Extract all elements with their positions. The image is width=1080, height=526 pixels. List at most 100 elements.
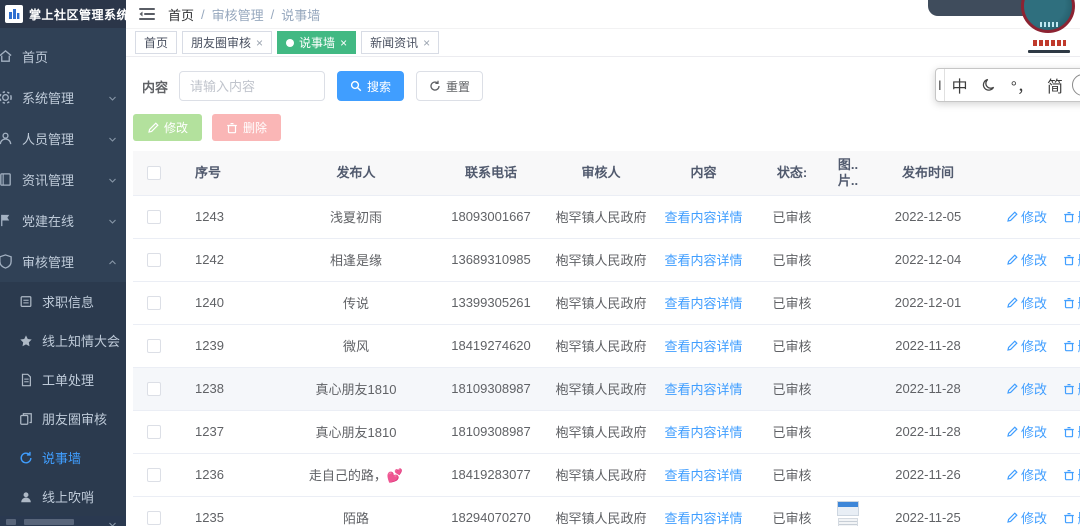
cell-serial: 1239 xyxy=(181,324,281,367)
row-checkbox[interactable] xyxy=(147,382,161,396)
column-header-审核人: 审核人 xyxy=(551,151,651,195)
sidebar-subitem-求职信息[interactable]: 求职信息 xyxy=(0,282,126,321)
view-content-link[interactable]: 查看内容详情 xyxy=(664,382,742,397)
view-content-link[interactable]: 查看内容详情 xyxy=(664,511,742,526)
view-content-link[interactable]: 查看内容详情 xyxy=(664,253,742,268)
sidebar-logo-row: 掌上社区管理系统 xyxy=(0,0,126,28)
cell-status: 已审核 xyxy=(756,281,828,324)
sidebar-item-人员管理[interactable]: 人员管理 xyxy=(0,118,126,159)
row-checkbox[interactable] xyxy=(147,296,161,310)
close-icon[interactable]: × xyxy=(256,37,263,49)
chevron-down-icon xyxy=(108,217,117,226)
row-delete-button[interactable]: 删除 xyxy=(1063,250,1080,269)
row-delete-button[interactable]: 删除 xyxy=(1063,508,1080,526)
row-delete-button[interactable]: 删除 xyxy=(1063,207,1080,226)
row-edit-button[interactable]: 修改 xyxy=(1006,207,1047,226)
row-delete-button[interactable]: 删除 xyxy=(1063,336,1080,355)
thumbnail-image[interactable] xyxy=(837,501,859,516)
ime-punctuation-toggle[interactable]: °， xyxy=(1004,69,1040,101)
app-title: 掌上社区管理系统 xyxy=(29,6,126,23)
row-delete-button[interactable]: 删除 xyxy=(1063,422,1080,441)
ime-simplified-toggle[interactable]: 简 xyxy=(1040,69,1070,101)
sidebar: 掌上社区管理系统 首页系统管理人员管理资讯管理党建在线审核管理求职信息线上知情大… xyxy=(0,0,126,526)
edit-pencil-icon xyxy=(1006,211,1018,223)
row-checkbox[interactable] xyxy=(147,468,161,482)
file-icon xyxy=(19,373,33,387)
sidebar-item-首页[interactable]: 首页 xyxy=(0,36,126,77)
row-edit-button[interactable]: 修改 xyxy=(1006,379,1047,398)
tab-说事墙[interactable]: 说事墙× xyxy=(277,31,356,54)
reset-button[interactable]: 重置 xyxy=(416,71,483,101)
view-content-link[interactable]: 查看内容详情 xyxy=(664,339,742,354)
cell-images xyxy=(828,238,868,281)
row-edit-button[interactable]: 修改 xyxy=(1006,508,1047,526)
cell-date: 2022-12-04 xyxy=(868,238,988,281)
sidebar-item-系统管理[interactable]: 系统管理 xyxy=(0,77,126,118)
thumbnail-image[interactable] xyxy=(838,518,858,526)
cell-content: 查看内容详情 xyxy=(651,281,756,324)
table-row: 1242 相逢是缘 13689310985 枹罕镇人民政府 查看内容详情 已审核… xyxy=(133,238,1080,281)
row-edit-button[interactable]: 修改 xyxy=(1006,250,1047,269)
row-delete-button[interactable]: 删除 xyxy=(1063,293,1080,312)
ime-toolbar: I 中 °， 简 xyxy=(935,68,1080,102)
close-icon[interactable]: × xyxy=(423,37,430,49)
hamburger-icon[interactable] xyxy=(139,7,155,21)
row-edit-button[interactable]: 修改 xyxy=(1006,293,1047,312)
cell-status: 已审核 xyxy=(756,453,828,496)
breadcrumb: 首页/审核管理/说事墙 xyxy=(168,5,320,24)
search-input[interactable] xyxy=(179,71,325,101)
cell-images xyxy=(828,496,868,526)
sidebar-item-partial[interactable] xyxy=(0,516,126,526)
bulk-edit-button[interactable]: 修改 xyxy=(133,114,202,141)
view-content-link[interactable]: 查看内容详情 xyxy=(664,296,742,311)
trash-icon xyxy=(1063,254,1075,266)
view-content-link[interactable]: 查看内容详情 xyxy=(664,210,742,225)
tab-新闻资讯[interactable]: 新闻资讯× xyxy=(361,31,439,54)
flag-icon xyxy=(0,213,13,228)
trash-icon xyxy=(1063,340,1075,352)
sidebar-subitem-线上吹哨[interactable]: 线上吹哨 xyxy=(0,477,126,516)
bulk-delete-button[interactable]: 删除 xyxy=(212,114,281,141)
row-edit-button[interactable]: 修改 xyxy=(1006,336,1047,355)
sidebar-subitem-说事墙[interactable]: 说事墙 xyxy=(0,438,126,477)
breadcrumb-separator: / xyxy=(271,7,275,22)
cell-images xyxy=(828,410,868,453)
row-delete-button[interactable]: 删除 xyxy=(1063,379,1080,398)
row-edit-button[interactable]: 修改 xyxy=(1006,422,1047,441)
select-all-checkbox[interactable] xyxy=(147,166,161,180)
view-content-link[interactable]: 查看内容详情 xyxy=(664,425,742,440)
row-checkbox[interactable] xyxy=(147,339,161,353)
cell-actions: 修改 删除 xyxy=(988,238,1080,281)
sidebar-subitem-线上知情大会[interactable]: 线上知情大会 xyxy=(0,321,126,360)
partial-label xyxy=(24,519,74,525)
breadcrumb-separator: / xyxy=(201,7,205,22)
row-edit-button[interactable]: 修改 xyxy=(1006,465,1047,484)
sidebar-subitem-朋友圈审核[interactable]: 朋友圈审核 xyxy=(0,399,126,438)
sidebar-subitem-label: 线上知情大会 xyxy=(42,331,120,350)
gear-icon xyxy=(0,90,13,105)
row-checkbox[interactable] xyxy=(147,425,161,439)
cell-serial: 1237 xyxy=(181,410,281,453)
sidebar-subitem-label: 说事墙 xyxy=(42,448,81,467)
row-checkbox[interactable] xyxy=(147,253,161,267)
sidebar-subitem-工单处理[interactable]: 工单处理 xyxy=(0,360,126,399)
breadcrumb-item[interactable]: 首页 xyxy=(168,5,194,24)
ime-language-mode[interactable]: 中 xyxy=(945,69,975,101)
row-checkbox[interactable] xyxy=(147,511,161,525)
tab-bar: 首页 朋友圈审核× 说事墙× 新闻资讯× xyxy=(126,29,1080,57)
view-content-link[interactable]: 查看内容详情 xyxy=(664,468,742,483)
tab-首页[interactable]: 首页 xyxy=(135,31,177,54)
close-icon[interactable]: × xyxy=(340,37,347,49)
sidebar-item-审核管理[interactable]: 审核管理 xyxy=(0,241,126,282)
tab-朋友圈审核[interactable]: 朋友圈审核× xyxy=(182,31,272,54)
row-checkbox[interactable] xyxy=(147,210,161,224)
table-row: 1236 走自己的路，💕 18419283077 枹罕镇人民政府 查看内容详情 … xyxy=(133,453,1080,496)
sidebar-item-资讯管理[interactable]: 资讯管理 xyxy=(0,159,126,200)
search-button[interactable]: 搜索 xyxy=(337,71,404,101)
cell-status: 已审核 xyxy=(756,195,828,238)
row-thumbnails[interactable] xyxy=(832,501,864,526)
ime-fullwidth-toggle[interactable] xyxy=(975,69,1004,101)
sidebar-item-党建在线[interactable]: 党建在线 xyxy=(0,200,126,241)
row-delete-button[interactable]: 删除 xyxy=(1063,465,1080,484)
ime-menu-icon[interactable] xyxy=(1072,74,1080,96)
